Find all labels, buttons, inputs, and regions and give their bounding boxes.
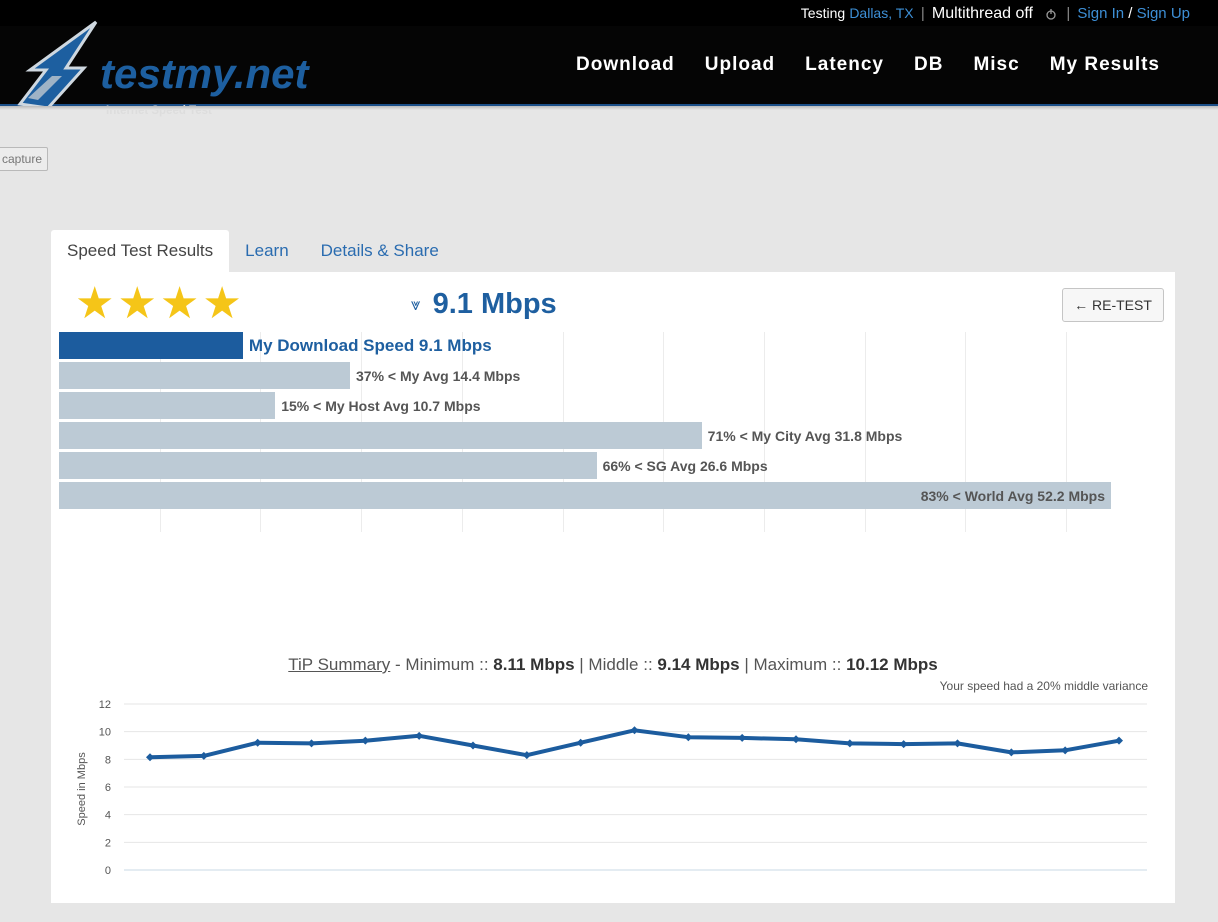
- speed-point[interactable]: [361, 736, 370, 745]
- nav-latency[interactable]: Latency: [805, 54, 884, 76]
- y-tick-label: 12: [99, 699, 111, 711]
- retest-button[interactable]: ← RE-TEST: [1062, 288, 1164, 322]
- bar-label: My Download Speed 9.1 Mbps: [248, 335, 492, 355]
- slash-separator: /: [1128, 5, 1133, 22]
- logo-tagline: Internet Speed Test: [106, 105, 212, 117]
- tab-learn[interactable]: Learn: [229, 230, 304, 273]
- bar-label: 37% < My Avg 14.4 Mbps: [356, 367, 521, 384]
- power-icon[interactable]: [1045, 8, 1057, 20]
- divider: |: [920, 5, 925, 22]
- speed-result: ⩔ 9.1 Mbps: [411, 288, 557, 321]
- tip-min-value: 8.11 Mbps: [493, 655, 575, 674]
- speed-point[interactable]: [684, 733, 693, 742]
- tip-mid-value: 9.14 Mbps: [657, 655, 740, 674]
- bar-row: 15% < My Host Avg 10.7 Mbps: [59, 392, 1165, 419]
- bar-label: 83% < World Avg 52.2 Mbps: [920, 487, 1105, 504]
- nav-db[interactable]: DB: [914, 54, 943, 76]
- testmy-logo[interactable]: testmy.net Internet Speed Test: [8, 12, 328, 122]
- tab-speed-test-results[interactable]: Speed Test Results: [51, 230, 230, 273]
- nav-misc[interactable]: Misc: [973, 54, 1019, 76]
- testing-label: Testing: [800, 5, 846, 21]
- speed-point[interactable]: [469, 741, 477, 750]
- speed-point[interactable]: [792, 735, 800, 744]
- speed-point[interactable]: [953, 739, 962, 748]
- y-tick-label: 2: [105, 837, 111, 849]
- capture-button[interactable]: capture: [0, 147, 48, 171]
- results-panel: ★ ★ ★ ★ ⩔ 9.1 Mbps ← RE-TEST My Download Sp…: [51, 272, 1175, 903]
- nav-upload[interactable]: Upload: [705, 54, 775, 76]
- speed-point[interactable]: [845, 739, 854, 748]
- speed-series-line: [149, 728, 1120, 760]
- divider: |: [1066, 5, 1071, 22]
- speed-point[interactable]: [415, 731, 424, 740]
- tip-max-label: | Maximum ::: [744, 655, 842, 674]
- site-header: testmy.net Internet Speed Test Download …: [0, 20, 1218, 117]
- logo-wordmark: testmy.net: [100, 50, 311, 97]
- nav-download[interactable]: Download: [576, 54, 675, 76]
- speed-point[interactable]: [738, 733, 747, 742]
- speed-point[interactable]: [630, 726, 639, 735]
- speed-point[interactable]: [1061, 746, 1070, 755]
- main-nav: Download Upload Latency DB Misc My Resul…: [576, 54, 1160, 76]
- bar-label: 15% < My Host Avg 10.7 Mbps: [281, 397, 481, 414]
- bar-row: 71% < My City Avg 31.8 Mbps: [59, 422, 1165, 449]
- tip-summary-link[interactable]: TiP Summary: [288, 655, 390, 674]
- speed-point[interactable]: [146, 753, 154, 762]
- y-axis-title: Speed in Mbps: [76, 752, 88, 826]
- speed-point[interactable]: [307, 739, 316, 748]
- results-tabs: Speed Test Results Learn Details & Share: [51, 230, 455, 273]
- download-speed-value: 9.1 Mbps: [432, 288, 557, 320]
- y-tick-label: 10: [99, 727, 111, 739]
- y-tick-label: 8: [105, 754, 111, 766]
- test-location-link[interactable]: Dallas, TX: [849, 5, 913, 21]
- bar-row: 37% < My Avg 14.4 Mbps: [59, 362, 1165, 389]
- sign-in-link[interactable]: Sign In: [1077, 5, 1124, 22]
- rating-stars: ★ ★ ★ ★: [75, 279, 242, 328]
- rating-star-icon: ★: [202, 279, 242, 328]
- speed-point[interactable]: [1115, 736, 1123, 745]
- comparison-bar: [59, 362, 351, 389]
- rating-star-icon: ★: [159, 279, 200, 328]
- bar-row: My Download Speed 9.1 Mbps: [59, 332, 1165, 359]
- y-tick-label: 0: [105, 865, 111, 877]
- tip-line-chart: 0 2 4 6 8 10 12 Speed in Mbps: [76, 699, 1147, 877]
- speed-point[interactable]: [253, 738, 262, 747]
- comparison-bar: [59, 392, 276, 419]
- speed-point[interactable]: [576, 738, 585, 747]
- my-speed-bar: [59, 332, 243, 359]
- sign-up-link[interactable]: Sign Up: [1137, 5, 1190, 22]
- comparison-bar: [59, 452, 597, 479]
- rating-star-icon: ★: [117, 279, 157, 328]
- comparison-bar-chart: My Download Speed 9.1 Mbps 37% < My Avg 1…: [59, 332, 1165, 532]
- multithread-status[interactable]: Multithread off: [932, 5, 1033, 22]
- speed-point[interactable]: [522, 751, 531, 760]
- bar-label: 66% < SG Avg 26.6 Mbps: [602, 457, 768, 474]
- speed-point[interactable]: [199, 751, 208, 760]
- tip-mid-label: | Middle ::: [579, 655, 653, 674]
- y-tick-label: 4: [105, 810, 111, 822]
- download-arrow-icon: ⩔: [411, 294, 421, 314]
- tip-summary: TiP Summary - Minimum :: 8.11 Mbps | Mid…: [51, 655, 1175, 675]
- nav-my-results[interactable]: My Results: [1050, 54, 1160, 76]
- variance-note: Your speed had a 20% middle variance: [939, 679, 1148, 693]
- y-tick-label: 6: [105, 782, 111, 794]
- tab-details-share[interactable]: Details & Share: [305, 230, 455, 273]
- comparison-bar: [59, 422, 702, 449]
- tip-min-label: - Minimum ::: [395, 655, 489, 674]
- rating-star-icon: ★: [75, 279, 115, 328]
- bar-label: 71% < My City Avg 31.8 Mbps: [707, 427, 903, 444]
- bar-row: 66% < SG Avg 26.6 Mbps: [59, 452, 1165, 479]
- speed-point[interactable]: [1007, 748, 1016, 757]
- bar-row: 83% < World Avg 52.2 Mbps: [59, 482, 1165, 509]
- top-utility-links: Testing Dallas, TX | Multithread off | S…: [801, 5, 1190, 23]
- tip-max-value: 10.12 Mbps: [846, 655, 938, 674]
- speed-point[interactable]: [899, 740, 908, 749]
